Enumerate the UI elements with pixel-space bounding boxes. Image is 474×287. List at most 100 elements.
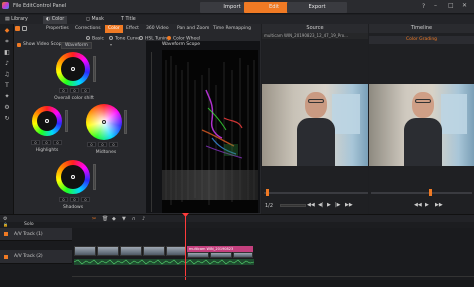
close-icon[interactable]: ✕ (462, 2, 467, 9)
wheel-handle[interactable] (71, 175, 75, 179)
clip-thumbnail[interactable] (233, 252, 253, 258)
shadows-value-1[interactable]: 0 (59, 197, 68, 202)
mode-tone-curve[interactable]: Tone Curve (109, 36, 140, 42)
person-head (412, 92, 434, 118)
subtab-pan-zoom[interactable]: Pan and Zoom (177, 25, 209, 33)
midtones-value-2[interactable]: 0 (98, 142, 107, 147)
solo-label[interactable]: Solo (24, 222, 34, 227)
next-frame-icon[interactable]: ▶▶ (345, 202, 353, 208)
menu-edit[interactable]: Edit (23, 3, 33, 9)
highlights-color-wheel[interactable] (32, 106, 62, 136)
clip-thumbnail[interactable] (187, 252, 209, 258)
menu-control-panel[interactable]: Control Panel (33, 3, 66, 9)
minimize-icon[interactable]: – (434, 2, 437, 9)
transition-icon[interactable]: ◧ (3, 49, 11, 57)
audio-waveform[interactable] (73, 259, 255, 265)
overall-color-wheel[interactable] (56, 52, 90, 86)
chevron-down-icon[interactable]: ▾ (110, 42, 112, 47)
wheel-handle[interactable] (71, 67, 75, 71)
overall-slider[interactable] (93, 56, 96, 82)
highlights-slider[interactable] (65, 110, 68, 132)
color-palette-icon[interactable]: ◆ (3, 27, 11, 35)
tab-export[interactable]: Export (287, 2, 347, 13)
step-forward-icon[interactable]: |▶ (335, 202, 341, 208)
clip-thumbnail[interactable] (97, 246, 119, 256)
person-shirt (297, 118, 335, 166)
track-header-2[interactable]: A/V Track (2) (0, 250, 72, 264)
panel-icon-a[interactable] (15, 26, 20, 31)
tab-mask[interactable]: ◻ Mask (83, 16, 107, 24)
wheel-handle[interactable] (102, 120, 106, 124)
help-icon[interactable]: ? (422, 3, 425, 10)
prev-frame-icon[interactable]: ◀◀ (307, 202, 315, 208)
source-timecode[interactable]: 1/2 (265, 203, 273, 209)
timeline-scrubber[interactable] (371, 192, 472, 194)
panel-tab-row: ▤ Library ◐ Color ◻ Mask T Title (0, 15, 474, 24)
waveform-graphic (162, 50, 258, 213)
subtab-color[interactable]: Color (105, 25, 123, 33)
tab-color[interactable]: ◐ Color (43, 16, 68, 24)
midtones-color-wheel[interactable] (86, 104, 122, 140)
clip-thumbnail[interactable] (166, 246, 186, 256)
shadows-slider[interactable] (93, 164, 96, 190)
midtones-value-3[interactable]: 0 (109, 142, 118, 147)
source-scrubber[interactable] (264, 192, 368, 194)
source-playhead[interactable] (266, 189, 269, 196)
mode-basic[interactable]: Basic (86, 36, 104, 42)
text-icon[interactable]: T (3, 82, 11, 90)
glasses (308, 99, 324, 103)
play-icon[interactable]: ▶ (327, 202, 331, 208)
tab-library-label: Library (11, 17, 28, 22)
clip-thumbnail[interactable] (74, 246, 96, 256)
clip-thumbnail[interactable] (143, 246, 165, 256)
play-icon[interactable]: ▶ (425, 202, 429, 208)
scope-type-dropdown[interactable]: Waveform (61, 42, 92, 49)
settings-icon[interactable]: ⚙ (3, 104, 11, 112)
overall-value-1[interactable]: 0 (59, 88, 68, 93)
clip-thumbnail[interactable] (210, 252, 232, 258)
overall-value-3[interactable]: 0 (81, 88, 90, 93)
subtab-time-remapping[interactable]: Time Remapping (213, 25, 251, 33)
wheel-handle[interactable] (45, 119, 49, 123)
source-tab[interactable]: Source (262, 24, 368, 33)
source-progress[interactable] (280, 204, 306, 207)
show-scope-checkbox[interactable] (17, 43, 21, 47)
midtones-slider[interactable] (124, 110, 127, 134)
scope-scale (151, 52, 159, 212)
subtab-effect[interactable]: Effect (126, 25, 139, 33)
tab-title[interactable]: T Title (118, 16, 139, 24)
shadows-value-2[interactable]: 0 (70, 197, 79, 202)
timeline-preview-playhead[interactable] (429, 189, 432, 196)
clip-thumbnail[interactable] (120, 246, 142, 256)
effects-icon[interactable]: ✦ (3, 93, 11, 101)
music-icon[interactable]: ♫ (3, 71, 11, 79)
lock-icon[interactable]: 🔒 (3, 222, 8, 227)
timeline-tab[interactable]: Timeline (369, 24, 474, 33)
subtab-360-video[interactable]: 360 Video (146, 25, 169, 33)
step-back-icon[interactable]: ◀| (318, 202, 324, 208)
timeline-video-frame[interactable] (369, 84, 474, 166)
shadows-value-3[interactable]: 0 (81, 197, 90, 202)
highlights-value-1[interactable]: 0 (31, 140, 40, 145)
tab-library[interactable]: ▤ Library (2, 16, 31, 24)
menu-file[interactable]: File (13, 3, 21, 9)
highlights-value-2[interactable]: 0 (42, 140, 51, 145)
subtab-properties[interactable]: Properties (46, 25, 69, 33)
crop-icon[interactable]: ⌗ (3, 38, 11, 46)
shadows-color-wheel[interactable] (56, 160, 90, 194)
maximize-icon[interactable]: □ (448, 2, 454, 9)
track-1-enable-checkbox[interactable] (4, 232, 8, 236)
next-frame-icon[interactable]: ▶▶ (435, 202, 443, 208)
motion-icon[interactable]: ↻ (3, 115, 11, 123)
midtones-value-1[interactable]: 0 (87, 142, 96, 147)
source-video-frame[interactable] (262, 84, 368, 166)
panel-icon-b[interactable] (22, 26, 27, 31)
audio-icon[interactable]: ♪ (3, 60, 11, 68)
tab-title-label: Title (125, 17, 136, 22)
subtab-corrections[interactable]: Corrections (75, 25, 101, 33)
highlights-value-3[interactable]: 0 (53, 140, 62, 145)
track-header-1[interactable]: A/V Track (1) (0, 228, 72, 241)
track-2-enable-checkbox[interactable] (4, 255, 8, 259)
prev-frame-icon[interactable]: ◀◀ (414, 202, 422, 208)
overall-value-2[interactable]: 0 (70, 88, 79, 93)
